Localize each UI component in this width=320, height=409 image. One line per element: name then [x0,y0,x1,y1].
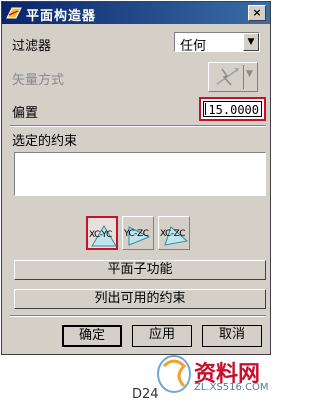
apply-button[interactable]: 应用 [132,325,192,347]
chevron-down-icon[interactable]: ▼ [243,33,259,51]
offset-input[interactable]: 15.0000 [203,101,262,117]
figure-caption: D24 [132,387,159,402]
title-bar[interactable]: 平面构造器 × [2,2,270,24]
xc-zc-label: XC-ZC [160,229,186,239]
window-title: 平面构造器 [26,9,97,24]
chevron-down-icon: ▼ [246,69,253,79]
filter-value: 任何 [180,39,207,54]
vector-separator [243,65,244,89]
watermark-url: ZL.XS516.COM [194,382,269,393]
vector-lightning-icon [216,68,239,86]
constraints-label: 选定的约束 [12,134,78,149]
close-icon: × [252,6,262,19]
close-button[interactable]: × [248,5,266,21]
offset-label: 偏置 [12,106,39,121]
yc-zc-plane-button[interactable]: YC-ZC [122,216,154,250]
vector-method-button: ▼ [208,62,258,92]
constraints-list[interactable] [14,152,266,196]
plane-constructor-dialog: 平面构造器 × 过滤器 任何 ▼ 矢量方式 ▼ 偏置 15.0000 选定的约束… [1,1,271,355]
filter-select[interactable]: 任何 ▼ [174,32,260,54]
list-constraints-button[interactable]: 列出可用的约束 [14,289,266,309]
ok-button[interactable]: 确定 [62,325,122,347]
xc-zc-plane-button[interactable]: XC-ZC [158,216,190,250]
vector-method-label: 矢量方式 [12,73,65,88]
plane-subfunction-button[interactable]: 平面子功能 [14,260,266,280]
cancel-button[interactable]: 取消 [202,325,262,347]
offset-highlight: 15.0000 [199,97,266,121]
app-icon [6,7,22,19]
divider [10,125,266,127]
xc-yc-label: XC-YC [89,230,112,240]
xc-yc-plane-button[interactable]: XC-YC [86,216,118,250]
yc-zc-label: YC-ZC [124,229,149,239]
text-caret [205,103,206,115]
watermark-logo-icon [157,355,191,393]
watermark: 资料网 ZL.XS516.COM [156,350,269,400]
filter-label: 过滤器 [12,39,52,54]
footer-divider [10,315,266,317]
